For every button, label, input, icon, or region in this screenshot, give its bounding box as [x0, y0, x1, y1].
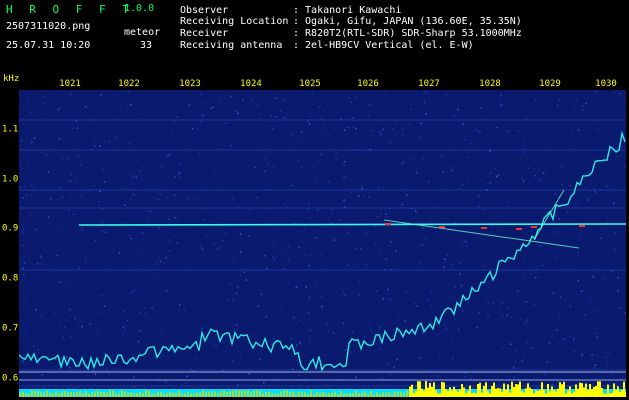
- x-tick-label: 1027: [418, 79, 440, 89]
- x-tick-label: 1029: [539, 79, 561, 89]
- y-tick-label: 0.7: [2, 323, 19, 334]
- meteor-count: 33: [140, 40, 153, 51]
- y-unit-label: kHz: [3, 74, 20, 84]
- spectrogram-canvas: [19, 90, 626, 397]
- app-version: 1.0.0: [124, 3, 155, 14]
- waterfall-background: [19, 90, 626, 397]
- x-tick-label: 1022: [118, 79, 140, 89]
- x-tick-label: 1025: [299, 79, 321, 89]
- observer-value: : Takanori Kawachi: [293, 5, 402, 16]
- y-tick-label: 1.1: [2, 124, 19, 135]
- receiver-label: Receiver: [180, 28, 229, 39]
- receiver-value: : R820T2(RTL-SDR) SDR-Sharp 53.1000MHz: [293, 28, 522, 39]
- app-title: H R O F F T: [6, 3, 134, 16]
- x-tick-label: 1028: [479, 79, 501, 89]
- location-label: Receiving Location: [180, 16, 289, 27]
- x-tick-label: 1030: [595, 79, 617, 89]
- file-name: 2507311020.png: [6, 21, 91, 32]
- observer-label: Observer: [180, 5, 229, 16]
- x-tick-label: 1023: [179, 79, 201, 89]
- x-tick-label: 1024: [240, 79, 262, 89]
- y-tick-label: 1.0: [2, 174, 19, 185]
- spectrogram: [19, 90, 626, 397]
- y-tick-label: 0.6: [2, 373, 19, 384]
- location-value: : Ogaki, Gifu, JAPAN (136.60E, 35.35N): [293, 16, 522, 27]
- date-time: 25.07.31 10:20: [6, 40, 91, 51]
- meteor-label: meteor: [124, 27, 161, 38]
- y-tick-label: 0.8: [2, 273, 19, 284]
- hrofft-window: H R O F F T 1.0.0 2507311020.png 25.07.3…: [0, 0, 629, 400]
- x-tick-label: 1021: [59, 79, 81, 89]
- x-tick-label: 1026: [357, 79, 379, 89]
- y-tick-label: 0.9: [2, 223, 19, 234]
- antenna-value: : 2el-HB9CV Vertical (el. E-W): [293, 40, 474, 51]
- antenna-label: Receiving antenna: [180, 40, 283, 51]
